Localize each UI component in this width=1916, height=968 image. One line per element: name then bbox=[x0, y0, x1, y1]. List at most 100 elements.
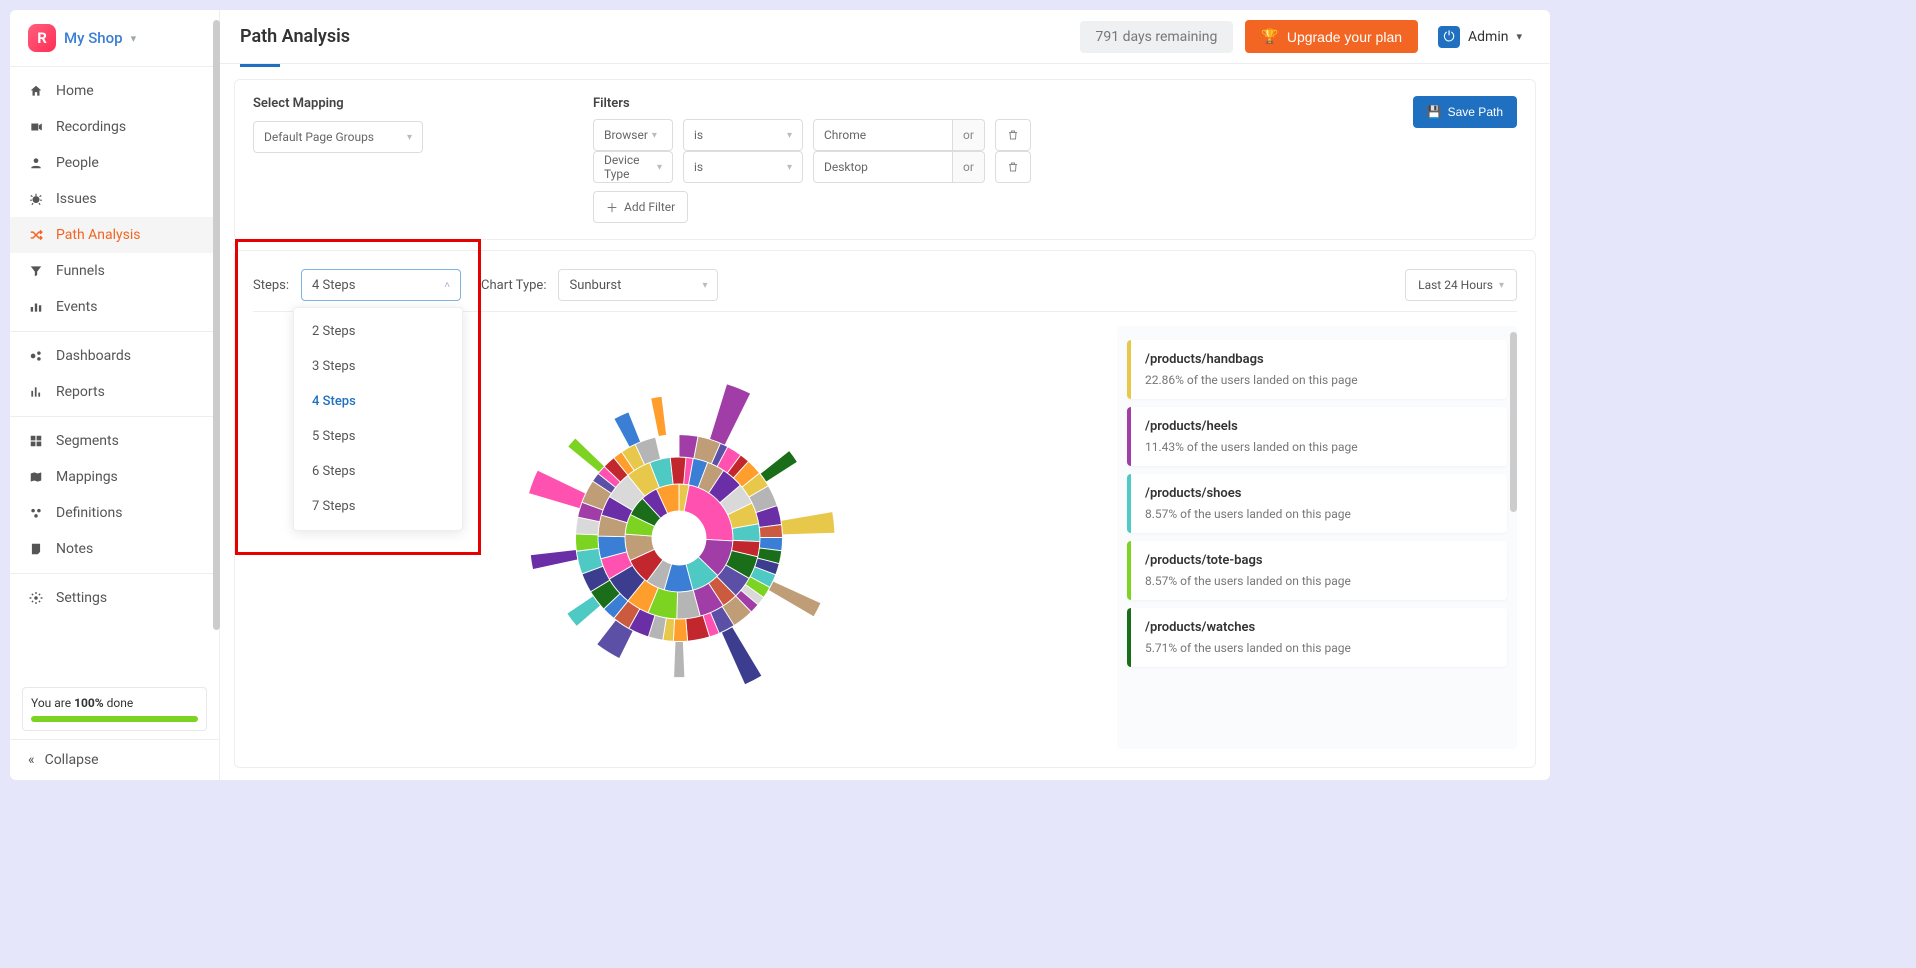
sidebar-item-label: Definitions bbox=[56, 505, 122, 521]
sidebar-item-label: Path Analysis bbox=[56, 227, 141, 243]
result-path: /products/heels bbox=[1145, 419, 1493, 434]
filter-field-select[interactable]: Browser▾ bbox=[593, 119, 673, 151]
delete-filter-button[interactable] bbox=[995, 151, 1031, 183]
chevron-up-icon: ˄ bbox=[444, 280, 450, 291]
filter-op-select[interactable]: is▾ bbox=[683, 119, 803, 151]
steps-select[interactable]: 4 Steps˄ bbox=[301, 269, 461, 301]
chevron-down-icon: ▾ bbox=[131, 32, 137, 45]
sidebar-item-label: Events bbox=[56, 299, 97, 315]
sidebar-item-funnels[interactable]: Funnels bbox=[10, 253, 219, 289]
result-desc: 11.43% of the users landed on this page bbox=[1145, 440, 1493, 454]
sidebar-item-label: Funnels bbox=[56, 263, 105, 279]
app-shell: R My Shop ▾ HomeRecordings People Issues Pa… bbox=[10, 10, 1550, 780]
sidebar-item-recordings[interactable]: Recordings bbox=[10, 109, 219, 145]
sidebar-item-label: Notes bbox=[56, 541, 93, 557]
filter-field-select[interactable]: Device Type▾ bbox=[593, 151, 673, 183]
brand-name: My Shop bbox=[64, 29, 123, 47]
days-remaining-pill: 791 days remaining bbox=[1080, 21, 1234, 53]
sidebar-item-dashboards[interactable]: Dashboards bbox=[10, 338, 219, 374]
sidebar-item-notes[interactable]: Notes bbox=[10, 531, 219, 567]
result-card[interactable]: /products/handbags 22.86% of the users la… bbox=[1127, 340, 1507, 399]
brand-logo: R bbox=[28, 24, 56, 52]
delete-filter-button[interactable] bbox=[995, 119, 1031, 151]
result-card[interactable]: /products/watches5.71% of the users land… bbox=[1127, 608, 1507, 667]
result-desc: 8.57% of the users landed on this page bbox=[1145, 574, 1493, 588]
result-card[interactable]: /products/heels 11.43% of the users lande… bbox=[1127, 407, 1507, 466]
chevron-down-icon: ▾ bbox=[407, 132, 412, 143]
sidebar-item-people[interactable]: People bbox=[10, 145, 219, 181]
filter-conj-or[interactable]: or bbox=[953, 151, 985, 183]
grid-icon bbox=[28, 434, 44, 448]
sidebar-item-reports[interactable]: Reports bbox=[10, 374, 219, 410]
bug-icon bbox=[28, 192, 44, 206]
funnel-icon bbox=[28, 264, 44, 278]
mapping-select[interactable]: Default Page Groups▾ bbox=[253, 121, 423, 153]
chevron-down-icon: ▾ bbox=[702, 280, 707, 291]
filter-value-input[interactable]: Desktop bbox=[813, 151, 953, 183]
sidebar-item-settings[interactable]: Settings bbox=[10, 580, 219, 616]
cubes-icon bbox=[28, 506, 44, 520]
user-icon bbox=[28, 156, 44, 170]
steps-dropdown[interactable]: 2 Steps3 Steps4 Steps5 Steps6 Steps7 Ste… bbox=[293, 307, 463, 531]
sidebar-item-segments[interactable]: Segments bbox=[10, 423, 219, 459]
collapse-sidebar[interactable]: « Collapse bbox=[10, 739, 219, 780]
filter-op-select[interactable]: is▾ bbox=[683, 151, 803, 183]
sidebar-item-label: Settings bbox=[56, 590, 107, 606]
add-filter-button[interactable]: ＋Add Filter bbox=[593, 191, 688, 223]
plus-icon: ＋ bbox=[606, 199, 618, 216]
main: Path Analysis 791 days remaining 🏆 Upgra… bbox=[220, 10, 1550, 780]
filters-card: Select Mapping Default Page Groups▾ Filt… bbox=[234, 79, 1536, 240]
sidebar-item-mappings[interactable]: Mappings bbox=[10, 459, 219, 495]
result-path: /products/shoes bbox=[1145, 486, 1493, 501]
chart-icon bbox=[28, 385, 44, 399]
chevron-down-icon: ▾ bbox=[1499, 280, 1504, 291]
filter-row: Browser▾ is▾ Chromeor bbox=[593, 119, 1031, 151]
progress-bar bbox=[31, 716, 198, 722]
steps-option[interactable]: 4 Steps bbox=[294, 384, 462, 419]
topbar: Path Analysis 791 days remaining 🏆 Upgra… bbox=[220, 10, 1550, 64]
result-card[interactable]: /products/shoes 8.57% of the users landed… bbox=[1127, 474, 1507, 533]
user-menu[interactable]: ⏻ Admin ▾ bbox=[1430, 22, 1530, 52]
steps-option[interactable]: 6 Steps bbox=[294, 454, 462, 489]
filter-conj-or[interactable]: or bbox=[953, 119, 985, 151]
onboarding-progress: You are 100% done bbox=[22, 687, 207, 731]
shuffle-icon bbox=[28, 228, 44, 242]
time-range-select[interactable]: Last 24 Hours▾ bbox=[1405, 269, 1517, 301]
steps-option[interactable]: 7 Steps bbox=[294, 489, 462, 524]
result-path: /products/handbags bbox=[1145, 352, 1493, 367]
home-icon bbox=[28, 84, 44, 98]
sidebar-item-home[interactable]: Home bbox=[10, 73, 219, 109]
trophy-icon: 🏆 bbox=[1261, 28, 1278, 45]
results-scrollbar[interactable] bbox=[1510, 332, 1517, 512]
brand-selector[interactable]: R My Shop ▾ bbox=[10, 10, 219, 66]
sidebar-item-label: Mappings bbox=[56, 469, 118, 485]
sidebar-item-label: Dashboards bbox=[56, 348, 131, 364]
chevrons-left-icon: « bbox=[28, 752, 35, 768]
steps-option[interactable]: 3 Steps bbox=[294, 349, 462, 384]
result-desc: 8.57% of the users landed on this page bbox=[1145, 507, 1493, 521]
sidebar-item-issues[interactable]: Issues bbox=[10, 181, 219, 217]
sidebar-item-events[interactable]: Events bbox=[10, 289, 219, 325]
sidebar-item-path-analysis[interactable]: Path Analysis bbox=[10, 217, 219, 253]
steps-option[interactable]: 2 Steps bbox=[294, 314, 462, 349]
save-path-button[interactable]: 💾Save Path bbox=[1413, 96, 1517, 128]
sidebar: R My Shop ▾ HomeRecordings People Issues Pa… bbox=[10, 10, 220, 780]
filters-label: Filters bbox=[593, 96, 1031, 111]
steps-label: Steps: bbox=[253, 278, 289, 293]
sidebar-item-label: Segments bbox=[56, 433, 119, 449]
sidebar-item-definitions[interactable]: Definitions bbox=[10, 495, 219, 531]
page-title: Path Analysis bbox=[240, 26, 350, 47]
bars-icon bbox=[28, 300, 44, 314]
sidebar-item-label: People bbox=[56, 155, 99, 171]
content: Select Mapping Default Page Groups▾ Filt… bbox=[220, 67, 1550, 780]
result-card[interactable]: /products/tote-bags8.57% of the users la… bbox=[1127, 541, 1507, 600]
upgrade-plan-button[interactable]: 🏆 Upgrade your plan bbox=[1245, 20, 1418, 53]
steps-option[interactable]: 5 Steps bbox=[294, 419, 462, 454]
sidebar-scrollbar[interactable] bbox=[213, 20, 220, 630]
mapping-label: Select Mapping bbox=[253, 96, 453, 111]
result-desc: 22.86% of the users landed on this page bbox=[1145, 373, 1493, 387]
filter-value-input[interactable]: Chrome bbox=[813, 119, 953, 151]
chevron-down-icon: ▾ bbox=[1516, 30, 1522, 43]
controls-row: Steps: 4 Steps˄ Chart Type: Sunburst▾ La… bbox=[253, 269, 1517, 301]
chart-type-select[interactable]: Sunburst▾ bbox=[558, 269, 718, 301]
